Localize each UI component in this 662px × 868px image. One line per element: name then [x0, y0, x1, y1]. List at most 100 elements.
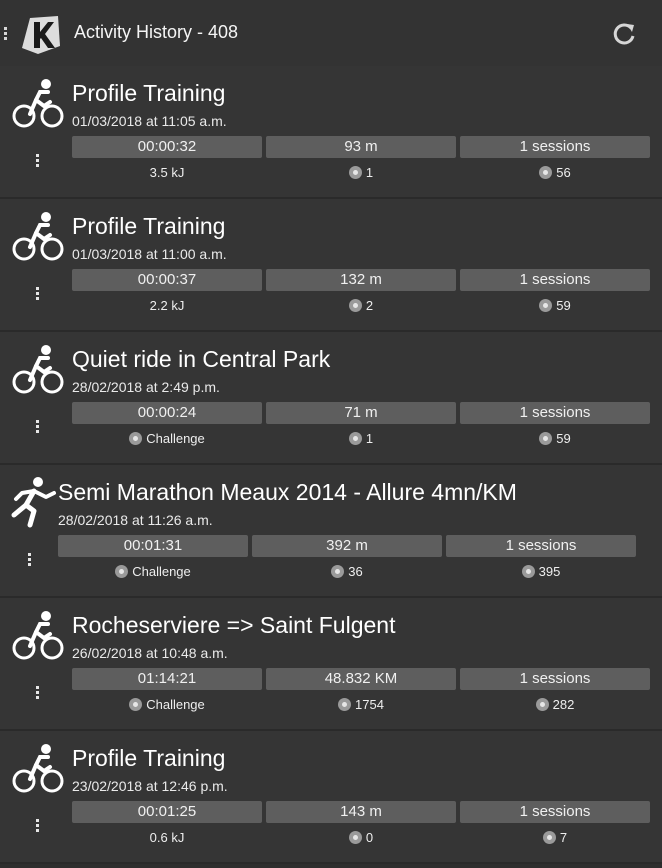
count2-value: 59 — [556, 298, 571, 313]
bicycle-icon — [10, 209, 66, 265]
badge-icon — [539, 166, 553, 179]
activity-card[interactable]: Profile Training 01/03/2018 at 11:00 a.m.… — [0, 199, 662, 332]
activity-date: 28/02/2018 at 2:49 p.m. — [72, 379, 220, 395]
activity-date: 28/02/2018 at 11:26 a.m. — [58, 512, 213, 528]
energy-value: Challenge — [132, 564, 191, 579]
activity-name: Quiet ride in Central Park — [72, 346, 331, 372]
count1-cell: 2 — [266, 298, 456, 313]
energy-value: 0.6 kJ — [149, 830, 185, 845]
badge-icon — [348, 432, 362, 445]
challenge-icon — [129, 698, 143, 711]
count1-value: 1 — [365, 431, 374, 446]
sessions-value: 1 sessions — [460, 668, 650, 690]
sessions-value: 1 sessions — [460, 801, 650, 823]
activity-date: 23/02/2018 at 12:46 p.m. — [72, 778, 228, 794]
activity-date: 26/02/2018 at 10:48 a.m. — [72, 645, 228, 661]
duration-value: 00:00:24 — [72, 402, 262, 424]
count2-cell: 395 — [446, 564, 636, 579]
count2-value: 56 — [556, 165, 571, 180]
more-vertical-icon[interactable] — [36, 287, 42, 301]
activity-name: Profile Training — [72, 80, 226, 106]
count1-cell: 1754 — [266, 697, 456, 712]
sessions-value: 1 sessions — [446, 535, 636, 557]
badge-icon — [348, 299, 362, 312]
badge-icon — [338, 698, 352, 711]
energy-cell: Challenge — [72, 431, 262, 446]
activity-list: Profile Training 01/03/2018 at 11:05 a.m.… — [0, 66, 662, 864]
badge-icon — [535, 698, 549, 711]
activity-card[interactable]: Rocheserviere => Saint Fulgent 26/02/2018… — [0, 598, 662, 731]
more-vertical-icon[interactable] — [28, 553, 34, 567]
activity-name: Semi Marathon Meaux 2014 - Allure 4mn/KM — [58, 479, 517, 505]
count2-cell: 56 — [460, 165, 650, 180]
count2-cell: 59 — [460, 431, 650, 446]
energy-cell: Challenge — [72, 697, 262, 712]
energy-cell: 3.5 kJ — [72, 165, 262, 180]
badge-icon — [331, 565, 345, 578]
count1-cell: 36 — [252, 564, 442, 579]
count2-cell: 7 — [460, 830, 650, 845]
energy-cell: 0.6 kJ — [72, 830, 262, 845]
bicycle-icon — [10, 608, 66, 664]
activity-name: Profile Training — [72, 745, 226, 771]
app-bar: Activity History - 408 — [0, 0, 662, 66]
runner-icon — [6, 475, 62, 531]
more-vertical-icon[interactable] — [36, 686, 42, 700]
count1-value: 0 — [365, 830, 374, 845]
drawer-menu-icon[interactable] — [4, 27, 10, 41]
count2-cell: 282 — [460, 697, 650, 712]
activity-card[interactable]: Profile Training 23/02/2018 at 12:46 p.m.… — [0, 731, 662, 864]
count2-value: 395 — [538, 564, 561, 579]
more-vertical-icon[interactable] — [36, 154, 42, 168]
page-title: Activity History - 408 — [74, 22, 239, 42]
distance-value: 93 m — [266, 136, 456, 158]
distance-value: 392 m — [252, 535, 442, 557]
sessions-value: 1 sessions — [460, 402, 650, 424]
energy-value: Challenge — [146, 697, 205, 712]
more-vertical-icon[interactable] — [36, 819, 42, 833]
count1-cell: 1 — [266, 165, 456, 180]
count2-value: 7 — [559, 830, 568, 845]
bicycle-icon — [10, 342, 66, 398]
distance-value: 71 m — [266, 402, 456, 424]
activity-card[interactable]: Semi Marathon Meaux 2014 - Allure 4mn/KM… — [0, 465, 662, 598]
count1-value: 36 — [348, 564, 363, 579]
more-vertical-icon[interactable] — [36, 420, 42, 434]
count2-value: 282 — [552, 697, 575, 712]
activity-date: 01/03/2018 at 11:00 a.m. — [72, 246, 227, 262]
count2-cell: 59 — [460, 298, 650, 313]
duration-value: 00:00:37 — [72, 269, 262, 291]
energy-value: Challenge — [146, 431, 205, 446]
activity-card[interactable]: Quiet ride in Central Park 28/02/2018 at … — [0, 332, 662, 465]
badge-icon — [542, 831, 556, 844]
duration-value: 01:14:21 — [72, 668, 262, 690]
challenge-icon — [115, 565, 129, 578]
badge-icon — [521, 565, 535, 578]
activity-card[interactable]: Profile Training 01/03/2018 at 11:05 a.m.… — [0, 66, 662, 199]
activity-name: Profile Training — [72, 213, 226, 239]
count1-value: 1 — [365, 165, 374, 180]
energy-cell: 2.2 kJ — [72, 298, 262, 313]
count1-cell: 1 — [266, 431, 456, 446]
duration-value: 00:01:25 — [72, 801, 262, 823]
badge-icon — [539, 299, 553, 312]
challenge-icon — [129, 432, 143, 445]
refresh-icon[interactable] — [610, 20, 638, 48]
app-logo-icon[interactable] — [18, 12, 64, 58]
energy-cell: Challenge — [58, 564, 248, 579]
energy-value: 2.2 kJ — [149, 298, 185, 313]
badge-icon — [348, 166, 362, 179]
badge-icon — [348, 831, 362, 844]
bicycle-icon — [10, 741, 66, 797]
count1-cell: 0 — [266, 830, 456, 845]
distance-value: 48.832 KM — [266, 668, 456, 690]
distance-value: 132 m — [266, 269, 456, 291]
bicycle-icon — [10, 76, 66, 132]
distance-value: 143 m — [266, 801, 456, 823]
sessions-value: 1 sessions — [460, 269, 650, 291]
count1-value: 2 — [365, 298, 374, 313]
count2-value: 59 — [556, 431, 571, 446]
activity-date: 01/03/2018 at 11:05 a.m. — [72, 113, 227, 129]
duration-value: 00:01:31 — [58, 535, 248, 557]
energy-value: 3.5 kJ — [149, 165, 185, 180]
